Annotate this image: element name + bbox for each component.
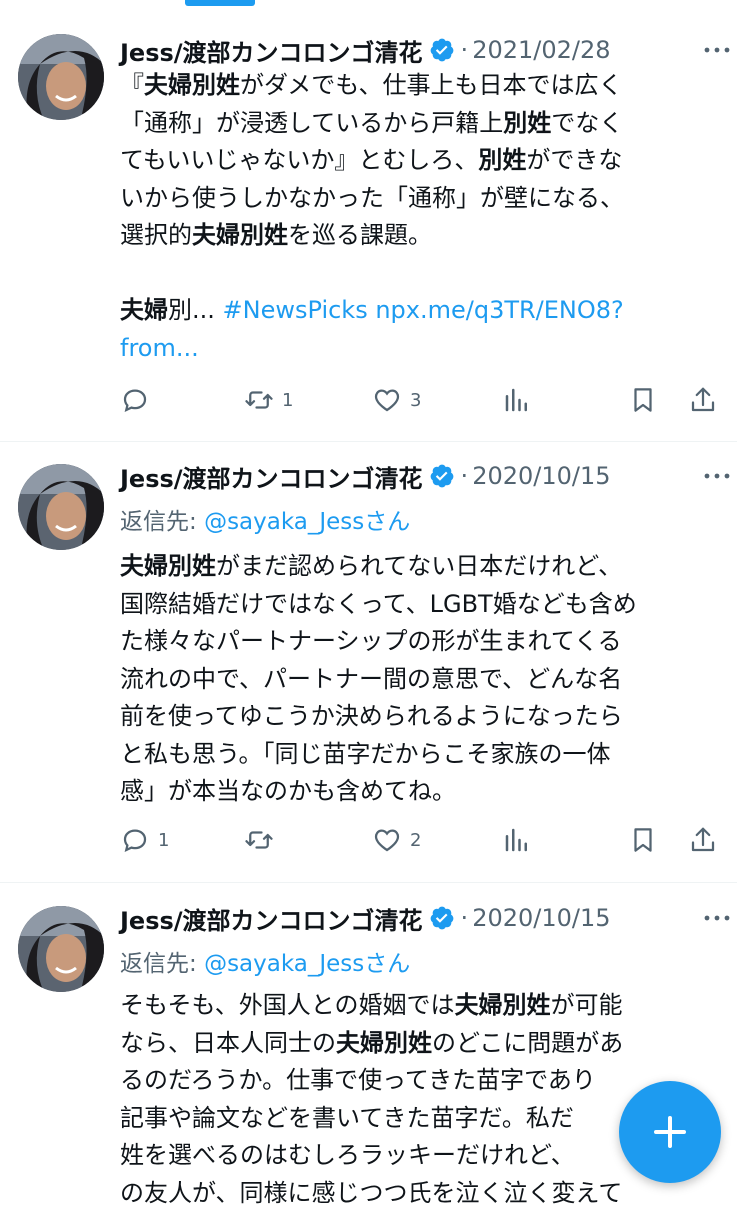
action-bar: 1 2 <box>120 820 723 860</box>
heart-icon <box>374 389 400 412</box>
separator-dot: · <box>460 462 469 490</box>
bookmark-icon <box>634 388 652 412</box>
tweet[interactable]: Jess/渡部カンコロンゴ清花 · 2020/10/15 返信先: @sayak… <box>0 456 737 876</box>
divider <box>0 441 737 442</box>
more-options-icon[interactable] <box>701 36 733 64</box>
share-icon <box>691 827 715 852</box>
author-name[interactable]: Jess/渡部カンコロンゴ清花 <box>120 901 423 936</box>
tweet[interactable]: Jess/渡部カンコロンゴ清花 · 2021/02/28 『夫婦別姓がダメでも、… <box>0 30 737 440</box>
avatar[interactable] <box>18 34 104 120</box>
views-chart-icon <box>505 828 527 852</box>
verified-badge-icon <box>429 37 455 63</box>
tweet-date[interactable]: 2021/02/28 <box>472 36 610 64</box>
tweet-text: 夫婦別姓がまだ認められてない日本だけれど、 国際結婚だけではなくって、LGBT婚… <box>120 552 637 805</box>
share-button[interactable] <box>688 380 718 420</box>
retweet-icon <box>245 831 273 849</box>
share-icon <box>691 387 715 412</box>
divider <box>0 882 737 883</box>
verified-badge-icon <box>429 905 455 931</box>
reply-button[interactable] <box>120 380 158 420</box>
reply-button[interactable]: 1 <box>120 820 169 860</box>
tweet-text: そもそも、外国人との婚姻では夫婦別姓が可能 なら、日本人同士の夫婦別姓のどこに問… <box>120 991 624 1207</box>
reply-handle-link[interactable]: @sayaka_Jessさん <box>204 951 410 977</box>
tweet-date[interactable]: 2020/10/15 <box>472 462 610 490</box>
tweet-header: Jess/渡部カンコロンゴ清花 · 2020/10/15 <box>120 456 723 496</box>
share-button[interactable] <box>688 820 718 860</box>
reply-handle-link[interactable]: @sayaka_Jessさん <box>204 509 410 535</box>
bookmark-button[interactable] <box>628 380 658 420</box>
like-button[interactable]: 3 <box>372 380 421 420</box>
retweet-icon <box>245 391 273 409</box>
views-button[interactable] <box>502 380 532 420</box>
author-name[interactable]: Jess/渡部カンコロンゴ清花 <box>120 459 423 494</box>
author-name[interactable]: Jess/渡部カンコロンゴ清花 <box>120 33 423 68</box>
tweet-header: Jess/渡部カンコロンゴ清花 · 2021/02/28 <box>120 30 723 70</box>
retweet-button[interactable]: 1 <box>244 380 293 420</box>
tweet-date[interactable]: 2020/10/15 <box>472 904 610 932</box>
separator-dot: · <box>460 36 469 64</box>
retweet-button[interactable] <box>244 820 282 860</box>
like-button[interactable]: 2 <box>372 820 421 860</box>
tweet-link-cont[interactable]: from... <box>120 334 199 362</box>
separator-dot: · <box>460 904 469 932</box>
tab-indicator <box>185 0 255 6</box>
more-options-icon[interactable] <box>701 462 733 490</box>
compose-button[interactable] <box>619 1081 721 1183</box>
views-button[interactable] <box>502 820 532 860</box>
avatar[interactable] <box>18 464 104 550</box>
tweet-header: Jess/渡部カンコロンゴ清花 · 2020/10/15 <box>120 898 723 938</box>
reply-icon <box>123 829 147 852</box>
reply-icon <box>123 389 147 412</box>
bookmark-button[interactable] <box>628 820 658 860</box>
heart-icon <box>374 829 400 852</box>
more-options-icon[interactable] <box>701 904 733 932</box>
tweet-link[interactable]: #NewsPicks npx.me/q3TR/ENO8? <box>223 296 624 324</box>
views-chart-icon <box>505 388 527 412</box>
verified-badge-icon <box>429 463 455 489</box>
tweet-text: 『夫婦別姓がダメでも、仕事上も日本では広く 「通称」が浸透しているから戸籍上別姓… <box>120 71 624 362</box>
action-bar: 1 3 <box>120 380 723 420</box>
plus-icon <box>654 1116 686 1148</box>
reply-to-line: 返信先: @sayaka_Jessさん <box>120 509 411 535</box>
bookmark-icon <box>634 828 652 852</box>
reply-to-line: 返信先: @sayaka_Jessさん <box>120 951 411 977</box>
avatar[interactable] <box>18 906 104 992</box>
